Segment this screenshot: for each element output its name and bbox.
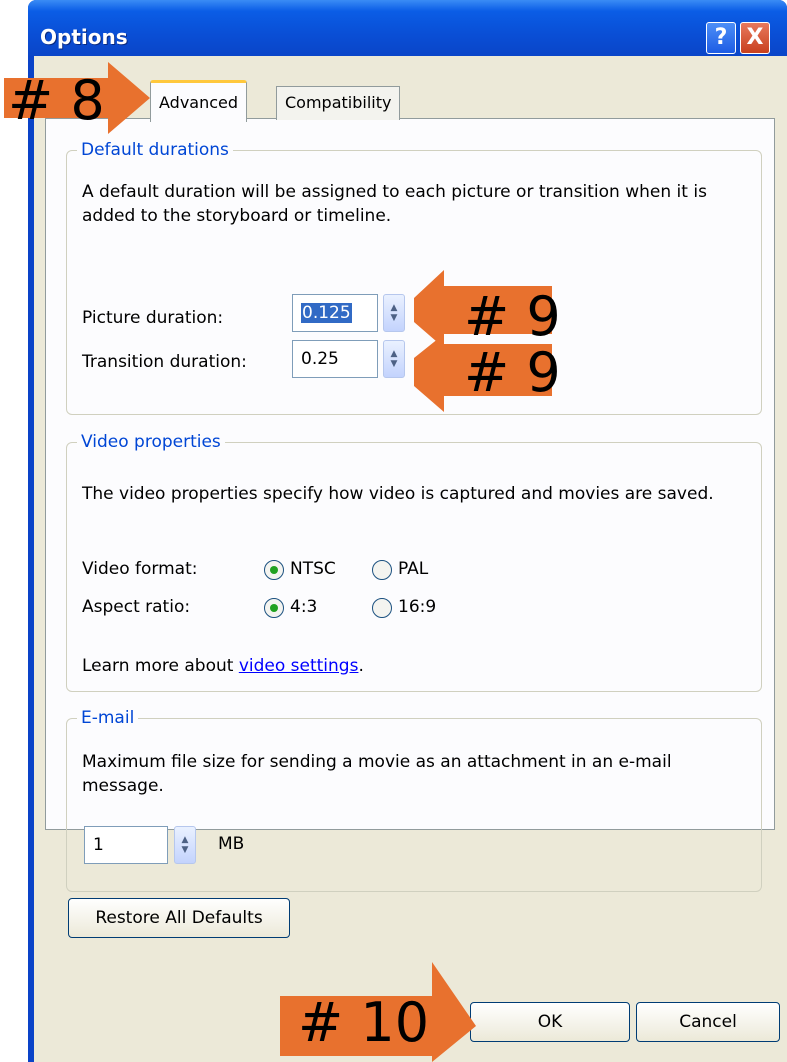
picture-duration-field[interactable]: 0.125: [292, 294, 378, 332]
dialog-title: Options: [40, 25, 128, 49]
tab-advanced[interactable]: Advanced: [150, 80, 248, 122]
pal-radio[interactable]: [372, 560, 392, 580]
email-group: E-mail: [66, 708, 762, 892]
email-size-value: 1: [93, 835, 104, 855]
annotation-9-picture: # 9: [464, 285, 561, 348]
picture-duration-label: Picture duration:: [82, 308, 224, 328]
ntsc-radio[interactable]: [264, 560, 284, 580]
learn-more-prefix: Learn more about: [82, 656, 239, 676]
aspect-16-9-radio[interactable]: [372, 598, 392, 618]
email-legend: E-mail: [81, 708, 135, 728]
close-button[interactable]: X: [740, 22, 770, 54]
annotation-9-transition: # 9: [464, 341, 561, 404]
email-size-unit: MB: [218, 834, 245, 854]
video-format-label: Video format:: [82, 559, 198, 579]
video-properties-legend: Video properties: [81, 432, 221, 452]
picture-duration-spinner[interactable]: ▲ ▼: [383, 294, 405, 332]
help-button[interactable]: ?: [706, 22, 736, 54]
picture-duration-value: 0.125: [301, 303, 352, 323]
annotation-8: # 8: [8, 69, 105, 132]
email-description: Maximum file size for sending a movie as…: [82, 752, 672, 796]
title-bar[interactable]: Options ? X: [28, 0, 787, 56]
transition-duration-spinner[interactable]: ▲ ▼: [383, 340, 405, 378]
email-size-field[interactable]: 1: [84, 826, 168, 864]
email-size-spinner[interactable]: ▲ ▼: [174, 826, 196, 864]
aspect-ratio-label: Aspect ratio:: [82, 597, 191, 617]
video-settings-link[interactable]: video settings: [239, 656, 359, 676]
default-durations-legend: Default durations: [81, 140, 229, 160]
restore-defaults-button[interactable]: Restore All Defaults: [68, 898, 290, 938]
learn-more-text: Learn more about video settings.: [82, 654, 364, 678]
learn-more-suffix: .: [358, 656, 364, 676]
aspect-16-9-label: 16:9: [398, 597, 437, 617]
video-properties-description: The video properties specify how video i…: [82, 484, 714, 504]
transition-duration-label: Transition duration:: [82, 352, 247, 372]
ntsc-label: NTSC: [290, 559, 336, 579]
transition-duration-value: 0.25: [301, 349, 339, 369]
cancel-button[interactable]: Cancel: [636, 1002, 780, 1042]
tab-compatibility[interactable]: Compatibility: [276, 86, 401, 120]
pal-label: PAL: [398, 559, 429, 579]
ok-button[interactable]: OK: [470, 1002, 630, 1042]
transition-duration-field[interactable]: 0.25: [292, 340, 378, 378]
aspect-4-3-radio[interactable]: [264, 598, 284, 618]
default-durations-description: A default duration will be assigned to e…: [82, 182, 707, 226]
aspect-4-3-label: 4:3: [290, 597, 318, 617]
annotation-10: # 10: [298, 991, 430, 1054]
